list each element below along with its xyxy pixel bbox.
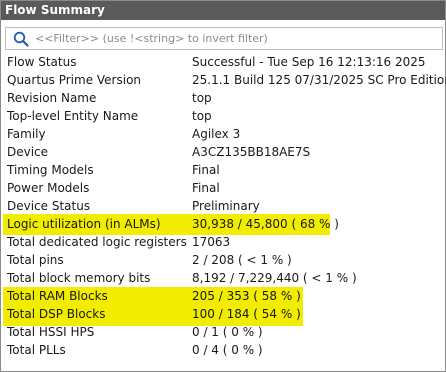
table-row[interactable]: Total pins 2 / 208 ( < 1 % ): [2, 251, 444, 269]
table-row[interactable]: Total PLLs 0 / 4 ( 0 % ): [2, 341, 444, 359]
row-label: Flow Status: [7, 55, 77, 69]
table-row[interactable]: Flow Status Successful - Tue Sep 16 12:13…: [2, 53, 444, 71]
row-value: top: [192, 109, 212, 123]
row-label: Device: [7, 145, 49, 159]
row-value: 25.1.1 Build 125 07/31/2025 SC Pro Editi…: [192, 73, 446, 87]
row-label: Top-level Entity Name: [7, 109, 139, 123]
row-value: Final: [192, 181, 220, 195]
filter-bar[interactable]: [5, 27, 443, 50]
table-row[interactable]: Timing Models Final: [2, 161, 444, 179]
row-value: Successful - Tue Sep 16 12:13:16 2025: [192, 55, 426, 69]
summary-table: Flow Status Successful - Tue Sep 16 12:13…: [2, 53, 446, 359]
row-label: Device Status: [7, 199, 91, 213]
row-value: Preliminary: [192, 199, 260, 213]
table-row[interactable]: Logic utilization (in ALMs) 30,938 / 45,8…: [2, 215, 444, 233]
table-row[interactable]: Device Status Preliminary: [2, 197, 444, 215]
row-value: 100 / 184 ( 54 % ): [192, 307, 301, 321]
row-label: Total RAM Blocks: [7, 289, 108, 303]
row-value: 0 / 4 ( 0 % ): [192, 343, 263, 357]
row-value: 8,192 / 7,229,440 ( < 1 % ): [192, 271, 357, 285]
row-value: 17063: [192, 235, 231, 249]
row-label: Total PLLs: [7, 343, 66, 357]
table-row[interactable]: Total dedicated logic registers 17063: [2, 233, 444, 251]
table-row[interactable]: Total DSP Blocks 100 / 184 ( 54 % ): [2, 305, 444, 323]
row-label: Logic utilization (in ALMs): [7, 217, 161, 231]
row-label: Total DSP Blocks: [7, 307, 106, 321]
table-row[interactable]: Family Agilex 3: [2, 125, 444, 143]
row-label: Timing Models: [7, 163, 94, 177]
row-label: Total dedicated logic registers: [7, 235, 187, 249]
row-label: Family: [7, 127, 46, 141]
flow-summary-panel: Flow Summary Flow Status Successful - Tue…: [0, 0, 446, 372]
row-label: Quartus Prime Version: [7, 73, 142, 87]
row-label: Total pins: [7, 253, 64, 267]
search-icon[interactable]: [13, 31, 29, 47]
panel-title: Flow Summary: [1, 1, 445, 20]
table-row[interactable]: Power Models Final: [2, 179, 444, 197]
row-value: A3CZ135BB18AE7S: [192, 145, 311, 159]
row-value: top: [192, 91, 212, 105]
row-value: Agilex 3: [192, 127, 241, 141]
row-value: 2 / 208 ( < 1 % ): [192, 253, 292, 267]
row-value: Final: [192, 163, 220, 177]
table-row[interactable]: Revision Name top: [2, 89, 444, 107]
table-row[interactable]: Total HSSI HPS 0 / 1 ( 0 % ): [2, 323, 444, 341]
row-label: Total HSSI HPS: [7, 325, 95, 339]
row-label: Power Models: [7, 181, 90, 195]
row-value: 205 / 353 ( 58 % ): [192, 289, 301, 303]
table-row[interactable]: Device A3CZ135BB18AE7S: [2, 143, 444, 161]
table-row[interactable]: Total RAM Blocks 205 / 353 ( 58 % ): [2, 287, 444, 305]
table-row[interactable]: Quartus Prime Version 25.1.1 Build 125 07…: [2, 71, 446, 89]
row-label: Revision Name: [7, 91, 97, 105]
table-row[interactable]: Total block memory bits 8,192 / 7,229,440…: [2, 269, 444, 287]
row-value: 0 / 1 ( 0 % ): [192, 325, 263, 339]
row-value: 30,938 / 45,800 ( 68 % ): [192, 217, 339, 231]
row-label: Total block memory bits: [7, 271, 151, 285]
filter-input[interactable]: [35, 29, 435, 48]
table-row[interactable]: Top-level Entity Name top: [2, 107, 444, 125]
